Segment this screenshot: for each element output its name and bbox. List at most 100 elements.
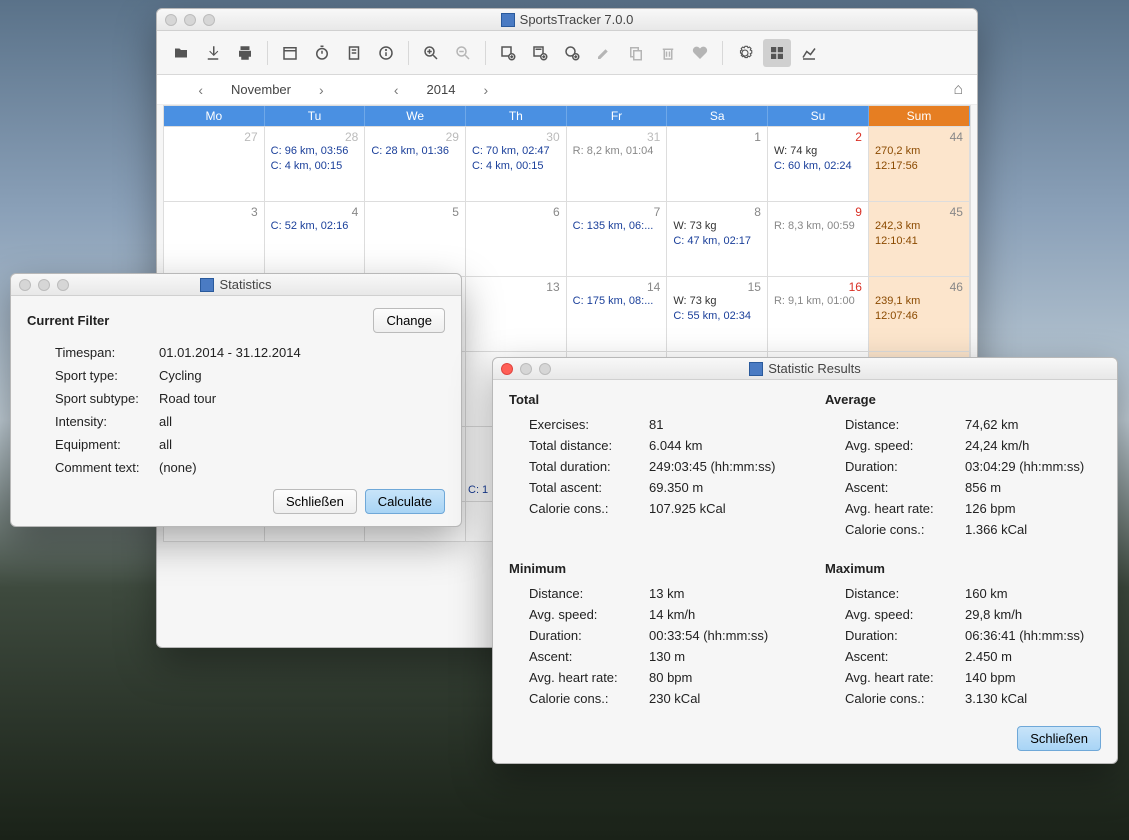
- day-header: Sa: [667, 106, 768, 126]
- cal-cell[interactable]: 9R: 8,3 km, 00:59: [768, 201, 869, 276]
- cal-cell[interactable]: 14C: 175 km, 08:...: [567, 276, 668, 351]
- year-label: 2014: [427, 82, 456, 97]
- chart-view-icon[interactable]: [795, 39, 823, 67]
- cal-cell[interactable]: 16R: 9,1 km, 01:00: [768, 276, 869, 351]
- results-dialog: Statistic Results Total Exercises:81 Tot…: [492, 357, 1118, 764]
- grid-view-icon[interactable]: [763, 39, 791, 67]
- close-button[interactable]: Schließen: [1017, 726, 1101, 751]
- value: 00:33:54 (hh:mm:ss): [649, 628, 785, 643]
- close-traffic[interactable]: [165, 14, 177, 26]
- label: Distance:: [529, 586, 649, 601]
- cal-cell[interactable]: 13: [466, 276, 567, 351]
- value: 03:04:29 (hh:mm:ss): [965, 459, 1101, 474]
- toolbar: [157, 31, 977, 75]
- calendar-icon[interactable]: [276, 39, 304, 67]
- home-icon[interactable]: ⌂: [953, 81, 963, 99]
- save-icon[interactable]: [199, 39, 227, 67]
- stopwatch-icon[interactable]: [308, 39, 336, 67]
- label: Duration:: [845, 628, 965, 643]
- label: Distance:: [845, 417, 965, 432]
- delete-icon[interactable]: [654, 39, 682, 67]
- calculate-button[interactable]: Calculate: [365, 489, 445, 514]
- label: Avg. heart rate:: [845, 670, 965, 685]
- value: 74,62 km: [965, 417, 1101, 432]
- label: Avg. speed:: [845, 438, 965, 453]
- label: Sport type:: [55, 368, 159, 383]
- day-header: Mo: [164, 106, 265, 126]
- label: Calorie cons.:: [529, 691, 649, 706]
- zoom-traffic[interactable]: [57, 279, 69, 291]
- cal-cell[interactable]: 29C: 28 km, 01:36: [365, 126, 466, 201]
- copy-icon[interactable]: [622, 39, 650, 67]
- open-icon[interactable]: [167, 39, 195, 67]
- cal-sum-cell[interactable]: 46239,1 km12:07:46: [869, 276, 970, 351]
- app-icon: [749, 362, 763, 376]
- label: Avg. heart rate:: [845, 501, 965, 516]
- add-icon[interactable]: [494, 39, 522, 67]
- section-max: Maximum: [825, 561, 1101, 576]
- cal-cell[interactable]: 15W: 73 kgC: 55 km, 02:34: [667, 276, 768, 351]
- value: (none): [159, 460, 197, 475]
- cal-cell[interactable]: 3: [164, 201, 265, 276]
- min-traffic[interactable]: [38, 279, 50, 291]
- close-traffic[interactable]: [19, 279, 31, 291]
- label: Total ascent:: [529, 480, 649, 495]
- close-button[interactable]: Schließen: [273, 489, 357, 514]
- print-icon[interactable]: [231, 39, 259, 67]
- day-header: Fr: [567, 106, 668, 126]
- label: Avg. speed:: [845, 607, 965, 622]
- value: 856 m: [965, 480, 1101, 495]
- note-icon[interactable]: [340, 39, 368, 67]
- min-traffic[interactable]: [520, 363, 532, 375]
- cal-cell[interactable]: 30C: 70 km, 02:47C: 4 km, 00:15: [466, 126, 567, 201]
- zoom-traffic[interactable]: [203, 14, 215, 26]
- cal-cell[interactable]: 31R: 8,2 km, 01:04: [567, 126, 668, 201]
- cal-cell[interactable]: 7C: 135 km, 06:...: [567, 201, 668, 276]
- cal-cell[interactable]: 4C: 52 km, 02:16: [265, 201, 366, 276]
- add3-icon[interactable]: [558, 39, 586, 67]
- value: 80 bpm: [649, 670, 785, 685]
- zoom-out-icon[interactable]: [449, 39, 477, 67]
- value: 69.350 m: [649, 480, 785, 495]
- next-month[interactable]: ›: [319, 82, 324, 98]
- min-traffic[interactable]: [184, 14, 196, 26]
- day-header: Tu: [265, 106, 366, 126]
- heart-icon[interactable]: [686, 39, 714, 67]
- label: Distance:: [845, 586, 965, 601]
- add2-icon[interactable]: [526, 39, 554, 67]
- value: 29,8 km/h: [965, 607, 1101, 622]
- window-title: SportsTracker 7.0.0: [520, 12, 634, 27]
- value: all: [159, 414, 172, 429]
- dialog-title: Statistics: [219, 277, 271, 292]
- value: 2.450 m: [965, 649, 1101, 664]
- close-traffic[interactable]: [501, 363, 513, 375]
- cal-sum-cell[interactable]: 45242,3 km12:10:41: [869, 201, 970, 276]
- cal-cell[interactable]: 2W: 74 kgC: 60 km, 02:24: [768, 126, 869, 201]
- cal-cell[interactable]: 28C: 96 km, 03:56C: 4 km, 00:15: [265, 126, 366, 201]
- label: Calorie cons.:: [845, 691, 965, 706]
- cal-cell[interactable]: 5: [365, 201, 466, 276]
- next-year[interactable]: ›: [483, 82, 488, 98]
- section-total: Total: [509, 392, 785, 407]
- titlebar: SportsTracker 7.0.0: [157, 9, 977, 31]
- prev-year[interactable]: ‹: [394, 82, 399, 98]
- info-icon[interactable]: [372, 39, 400, 67]
- value: 06:36:41 (hh:mm:ss): [965, 628, 1101, 643]
- edit-icon[interactable]: [590, 39, 618, 67]
- cal-cell[interactable]: 6: [466, 201, 567, 276]
- change-button[interactable]: Change: [373, 308, 445, 333]
- day-header: We: [365, 106, 466, 126]
- titlebar: Statistics: [11, 274, 461, 296]
- app-icon: [200, 278, 214, 292]
- zoom-traffic[interactable]: [539, 363, 551, 375]
- value: 3.130 kCal: [965, 691, 1101, 706]
- zoom-in-icon[interactable]: [417, 39, 445, 67]
- label: Total distance:: [529, 438, 649, 453]
- nav-row: ‹ November › ‹ 2014 › ⌂: [157, 75, 977, 105]
- prev-month[interactable]: ‹: [198, 82, 203, 98]
- gear-icon[interactable]: [731, 39, 759, 67]
- cal-sum-cell[interactable]: 44270,2 km12:17:56: [869, 126, 970, 201]
- cal-cell[interactable]: 8W: 73 kgC: 47 km, 02:17: [667, 201, 768, 276]
- cal-cell[interactable]: 1: [667, 126, 768, 201]
- cal-cell[interactable]: 27: [164, 126, 265, 201]
